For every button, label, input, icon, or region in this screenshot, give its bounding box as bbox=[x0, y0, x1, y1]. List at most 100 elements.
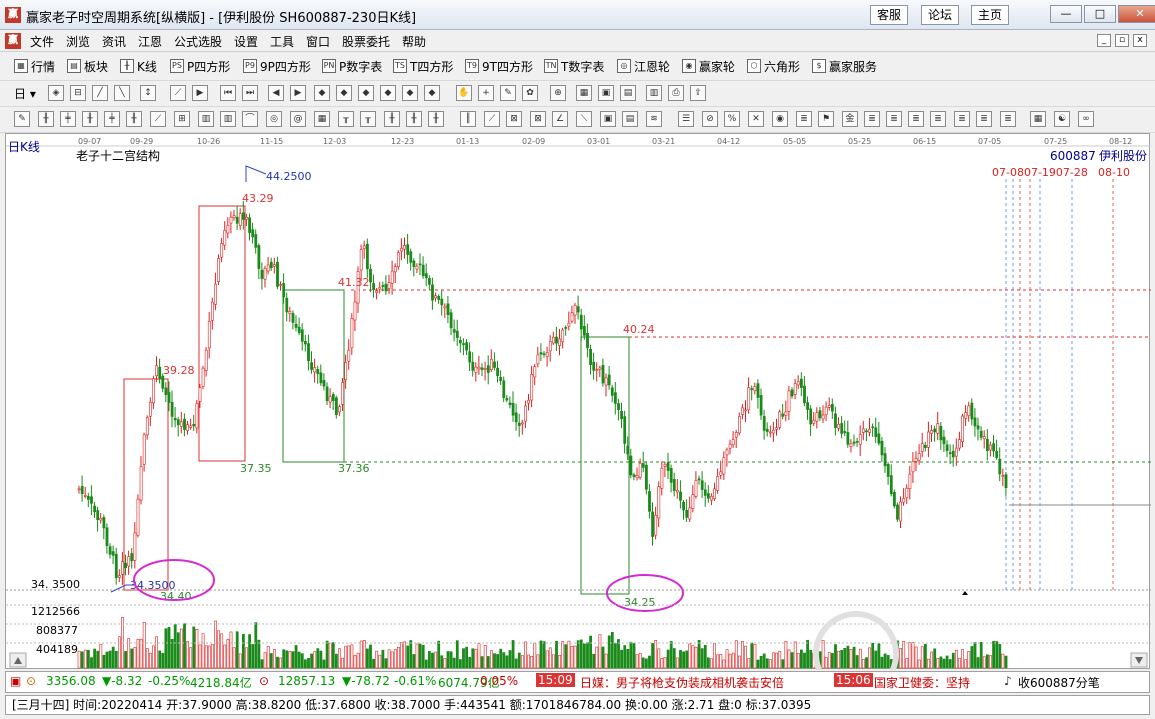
pencil-icon[interactable]: ✎ bbox=[14, 111, 30, 127]
close-button[interactable]: ✕ bbox=[1118, 5, 1155, 23]
hand-icon[interactable]: ✋ bbox=[456, 85, 472, 101]
comb-2-icon[interactable]: ╥ bbox=[360, 111, 376, 127]
box-icon[interactable]: ▣ bbox=[600, 111, 616, 127]
fan-2-icon[interactable]: ⟋ bbox=[484, 111, 500, 127]
bars-1-icon[interactable]: ▥ bbox=[198, 111, 214, 127]
diamond-3-icon[interactable]: ◆ bbox=[358, 85, 374, 101]
box-2-icon[interactable]: ▤ bbox=[622, 111, 638, 127]
calc-icon[interactable]: ▣ bbox=[598, 85, 614, 101]
menu-settings[interactable]: 设置 bbox=[234, 33, 258, 50]
crosshair-icon[interactable]: + bbox=[478, 85, 494, 101]
print-icon[interactable]: ⎙ bbox=[668, 85, 684, 101]
list-icon[interactable]: ☰ bbox=[678, 111, 694, 127]
pattern-tool-icon[interactable]: ✿ bbox=[522, 85, 538, 101]
tool-gann-wheel[interactable]: ◎ 江恩轮 bbox=[617, 56, 670, 76]
draw-tool-3-icon[interactable]: ╱ bbox=[92, 85, 108, 101]
tool-t-table[interactable]: TN T数字表 bbox=[544, 56, 604, 76]
gann-line-4-icon[interactable]: ╪ bbox=[104, 111, 120, 127]
draw-tool-4-icon[interactable]: ╲ bbox=[114, 85, 130, 101]
comb-4-icon[interactable]: ╫ bbox=[406, 111, 422, 127]
menu-browse[interactable]: 浏览 bbox=[66, 33, 90, 50]
gann-line-1-icon[interactable]: ╫ bbox=[38, 111, 54, 127]
doc-icon[interactable]: ▤ bbox=[620, 85, 636, 101]
period-lines-icon[interactable]: ║ bbox=[460, 111, 476, 127]
coin-icon[interactable]: ◉ bbox=[772, 111, 788, 127]
menu-file[interactable]: 文件 bbox=[30, 33, 54, 50]
tool-9p-square[interactable]: P9 9P四方形 bbox=[243, 56, 311, 76]
diamond-2-icon[interactable]: ◆ bbox=[336, 85, 352, 101]
diamond-4-icon[interactable]: ◆ bbox=[380, 85, 396, 101]
news-headline-2[interactable]: 国家卫健委：坚持 bbox=[874, 674, 970, 691]
menu-help[interactable]: 帮助 bbox=[402, 33, 426, 50]
square-x-icon[interactable]: ⊠ bbox=[530, 111, 546, 127]
menu-gann[interactable]: 江恩 bbox=[138, 33, 162, 50]
tool-service[interactable]: $ 赢家服务 bbox=[812, 56, 877, 76]
next-icon[interactable]: ▶ bbox=[290, 85, 306, 101]
homepage-link[interactable]: 主页 bbox=[971, 5, 1010, 25]
stack-3-icon[interactable]: ≣ bbox=[886, 111, 902, 127]
cross-icon[interactable]: ✕ bbox=[748, 111, 764, 127]
gann-line-3-icon[interactable]: ╫ bbox=[82, 111, 98, 127]
comb-3-icon[interactable]: ╫ bbox=[384, 111, 400, 127]
angle-icon[interactable]: ∠ bbox=[552, 111, 568, 127]
sz-index-value[interactable]: 12857.13 bbox=[278, 674, 335, 688]
tool-p-table[interactable]: PN P数字表 bbox=[322, 56, 382, 76]
stack-6-icon[interactable]: ≣ bbox=[954, 111, 970, 127]
draw-tool-5-icon[interactable]: ↕ bbox=[140, 85, 156, 101]
menu-window[interactable]: 窗口 bbox=[306, 33, 330, 50]
flag-icon[interactable]: ⚑ bbox=[818, 111, 834, 127]
gann-line-2-icon[interactable]: ╪ bbox=[60, 111, 76, 127]
slash-icon[interactable]: ⊘ bbox=[702, 111, 718, 127]
prev-icon[interactable]: ◀ bbox=[268, 85, 284, 101]
draw-tool-7-icon[interactable]: ▶ bbox=[192, 85, 208, 101]
stack-2-icon[interactable]: ≣ bbox=[864, 111, 880, 127]
mdi-minimize-icon[interactable]: _ bbox=[1097, 34, 1111, 47]
sh-index-value[interactable]: 3356.08 bbox=[46, 674, 96, 688]
customer-service-link[interactable]: 客服 bbox=[870, 5, 909, 25]
table-icon[interactable]: ▦ bbox=[1030, 111, 1046, 127]
draw-tool-2-icon[interactable]: ⊟ bbox=[70, 85, 86, 101]
bell-icon[interactable]: ♪ bbox=[1004, 674, 1012, 688]
lines-icon[interactable]: ≋ bbox=[646, 111, 662, 127]
diamond-6-icon[interactable]: ◆ bbox=[424, 85, 440, 101]
comb-1-icon[interactable]: ╥ bbox=[338, 111, 354, 127]
maximize-button[interactable]: □ bbox=[1084, 5, 1116, 23]
comb-5-icon[interactable]: ╫ bbox=[428, 111, 444, 127]
yinyang-icon[interactable]: ☯ bbox=[1054, 111, 1070, 127]
kline-chart[interactable]: 09-07 09-29 10-26 11-15 12-03 12-23 01-1… bbox=[5, 133, 1151, 697]
first-icon[interactable]: ⏮ bbox=[220, 85, 236, 101]
line-tool-icon[interactable]: ✎ bbox=[500, 85, 516, 101]
mdi-close-icon[interactable]: x bbox=[1133, 34, 1147, 47]
stack-icon[interactable]: ≣ bbox=[796, 111, 812, 127]
tool-hexagon[interactable]: ⬡ 六角形 bbox=[747, 56, 800, 76]
tick-detail-label[interactable]: 收600887分笔 bbox=[1018, 674, 1100, 691]
menu-info[interactable]: 资讯 bbox=[102, 33, 126, 50]
fan-icon[interactable]: ⟋ bbox=[150, 111, 166, 127]
diamond-1-icon[interactable]: ◆ bbox=[314, 85, 330, 101]
gold-icon[interactable]: 金 bbox=[842, 111, 858, 127]
arc-icon[interactable]: ⌒ bbox=[242, 111, 258, 127]
stack-7-icon[interactable]: ≣ bbox=[976, 111, 992, 127]
mdi-restore-icon[interactable]: ▫ bbox=[1115, 34, 1129, 47]
calendar-icon[interactable]: ▦ bbox=[576, 85, 592, 101]
menu-trade[interactable]: 股票委托 bbox=[342, 33, 390, 50]
circle-grid-icon[interactable]: ⊞ bbox=[174, 111, 190, 127]
period-select[interactable]: 日 ▾ bbox=[14, 83, 36, 103]
stack-8-icon[interactable]: ≣ bbox=[1000, 111, 1016, 127]
percent-icon[interactable]: % bbox=[724, 111, 740, 127]
tool-p-square[interactable]: PS P四方形 bbox=[170, 56, 230, 76]
minimize-button[interactable]: — bbox=[1050, 5, 1082, 23]
tool-t-square[interactable]: TS T四方形 bbox=[393, 56, 453, 76]
stack-5-icon[interactable]: ≣ bbox=[930, 111, 946, 127]
menu-tools[interactable]: 工具 bbox=[270, 33, 294, 50]
square-fan-icon[interactable]: ⊠ bbox=[506, 111, 522, 127]
diag-icon[interactable]: ⟍ bbox=[576, 111, 592, 127]
draw-tool-6-icon[interactable]: ⟋ bbox=[170, 85, 186, 101]
target-icon[interactable]: ◎ bbox=[266, 111, 282, 127]
news-headline-1[interactable]: 日媒：男子将枪支伪装成相机袭击安倍 bbox=[580, 674, 784, 691]
grid-tool-icon[interactable]: ▦ bbox=[314, 111, 330, 127]
gann-line-5-icon[interactable]: ╫ bbox=[126, 111, 142, 127]
tool-kline[interactable]: ╫ K线 bbox=[120, 56, 157, 76]
draw-tool-1-icon[interactable]: ◈ bbox=[48, 85, 64, 101]
infinity-icon[interactable]: ∞ bbox=[1078, 111, 1094, 127]
